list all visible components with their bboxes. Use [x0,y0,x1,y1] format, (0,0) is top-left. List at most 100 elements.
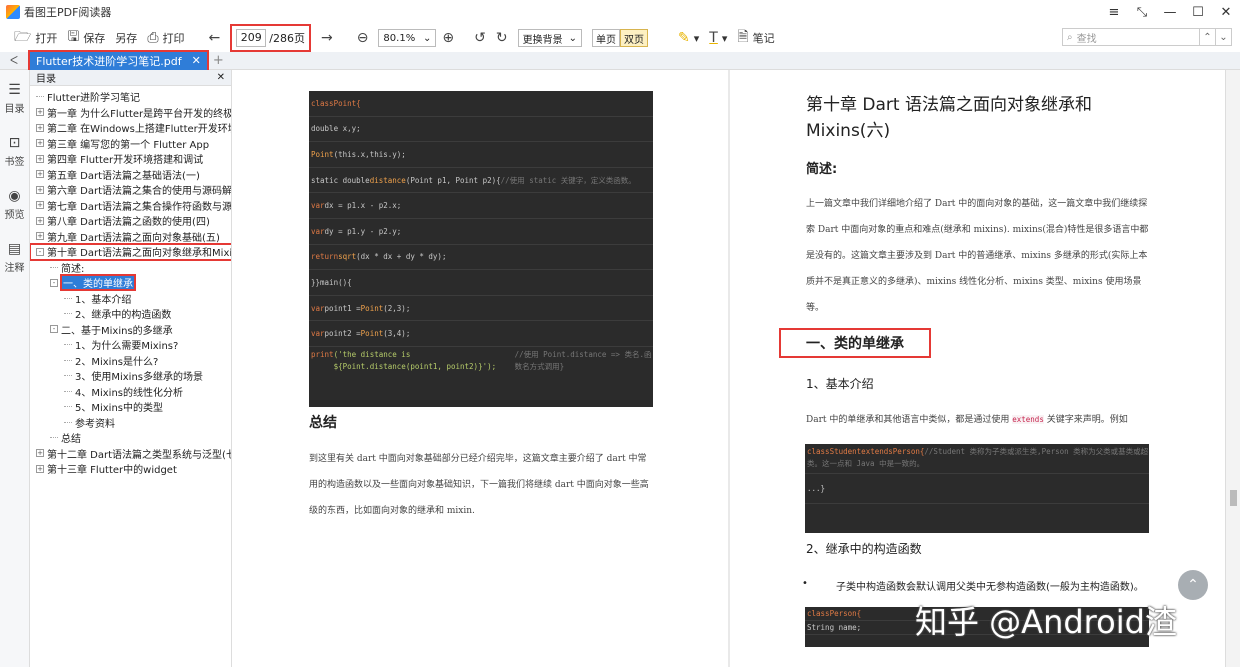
next-page-button[interactable]: → [321,30,333,46]
vertical-scrollbar[interactable] [1225,70,1240,667]
toc-item[interactable]: +第六章 Dart语法篇之集合的使用与源码解析(二) [30,182,231,198]
expand-icon[interactable]: - [36,247,44,256]
highlighter-icon: ✎ [678,30,690,46]
zoom-select[interactable]: 80.1% ⌄ [378,29,437,47]
expand-icon[interactable]: + [36,185,44,194]
toc-item[interactable]: + 第十二章 Dart语法篇之类型系统与泛型(七) [30,446,231,462]
toc-item[interactable]: 总结 [30,430,231,446]
toc-item[interactable]: 1、为什么需要Mixins? [30,337,231,353]
tab-document[interactable]: Flutter技术进阶学习笔记.pdf ✕ [28,49,209,72]
toc-item[interactable]: 参考资料 [30,415,231,431]
expand-icon[interactable]: + [36,216,44,225]
toc-item[interactable]: 5、Mixins中的类型 [30,399,231,415]
collapse-sidebar-icon[interactable]: ᐸ [10,54,18,67]
search-prev-button[interactable]: ⌃ [1199,29,1215,45]
toc-item[interactable]: - 二、基于Mixins的多继承 [30,322,231,338]
tree-line [50,266,58,268]
saveas-button[interactable]: 另存 [115,30,137,46]
toc-item[interactable]: + 第九章 Dart语法篇之面向对象基础(五) [30,229,231,245]
toc-item[interactable]: 3、使用Mixins多继承的场景 [30,368,231,384]
print-button[interactable]: ⎙ 打印 [147,30,184,46]
expand-icon[interactable]: + [36,201,44,210]
prev-page-button[interactable]: ← [209,30,221,46]
arrow-right-icon: → [320,30,333,46]
open-button[interactable]: 🗁 打开 [14,26,57,50]
toc-item-label: 第一章 为什么Flutter是跨平台开发的终极之选 [47,108,231,120]
toc-item[interactable]: 4、Mixins的线性化分析 [30,384,231,400]
expand-icon[interactable]: - [50,278,58,287]
toc-item-label: 1、基本介绍 [75,294,132,306]
expand-icon[interactable]: + [36,139,44,148]
background-select[interactable]: 更换背景 ⌄ [517,29,583,47]
tree-line [64,297,72,299]
rail-annotations[interactable]: ▤ 注释 [0,241,29,274]
expand-icon[interactable]: + [36,170,44,179]
code-line: ...} [805,474,1149,504]
toc-item[interactable]: + 第四章 Flutter开发环境搭建和调试 [30,151,231,167]
highlight-button[interactable]: ✎ ▾ [678,30,699,46]
page-left: classPoint{ double x,y; Point (this.x,this… [233,70,728,667]
toc-item[interactable]: - 一、类的单继承 [30,274,231,292]
maximize-button[interactable]: ☐ [1184,0,1212,24]
toc-item[interactable]: -第十章 Dart语法篇之面向对象继承和Mixins(六) [30,243,231,261]
expand-icon[interactable]: + [36,464,44,473]
single-page-button[interactable]: 单页 [592,29,621,47]
rotate-left-button[interactable]: ↺ [474,30,486,46]
double-page-button[interactable]: 双页 [620,29,649,47]
code-line: var dx = p1.x - p2.x; [309,193,653,219]
toc-item[interactable]: +第一章 为什么Flutter是跨平台开发的终极之选 [30,105,231,121]
window-controls: ≡ ⤡ — ☐ ✕ [1100,0,1240,24]
toc-item-label: 参考资料 [75,418,115,430]
toc-item-label: 第三章 编写您的第一个 Flutter App [47,139,210,151]
scrollbar-thumb[interactable] [1230,490,1237,506]
rail-bookmarks[interactable]: ⊡ 书签 [0,135,29,168]
toc-item-label: 第十三章 Flutter中的widget [47,465,177,477]
search-input[interactable]: 查找 [1073,30,1199,45]
subsection-heading: 2、继承中的构造函数 [806,542,922,556]
expand-icon[interactable]: + [36,232,44,241]
expand-icon[interactable]: + [36,449,44,458]
back-to-top-icon[interactable]: ⌃ [1178,570,1208,600]
rail-toc[interactable]: ☰ 目录 [0,82,29,115]
new-tab-button[interactable]: + [213,53,224,68]
paragraph: 到这里有关 dart 中面向对象基础部分已经介绍完毕，这篇文章主要介绍了 dar… [309,454,649,516]
page-navigator: 209 /286页 [230,24,311,52]
tree-line [64,313,72,315]
toc-item[interactable]: + 第十三章 Flutter中的widget [30,461,231,477]
zoom-in-button[interactable]: ⊕ [442,30,454,46]
expand-icon[interactable]: + [36,108,44,117]
toc-item[interactable]: 2、Mixins是什么? [30,353,231,369]
toc-item[interactable]: + 第八章 Dart语法篇之函数的使用(四) [30,213,231,229]
zoom-out-button[interactable]: ⊖ [357,30,369,46]
tree-line [50,437,58,439]
toc-item[interactable]: +第七章 Dart语法篇之集合操作符函数与源码分析(三) [30,198,231,214]
code-block: classPoint{ double x,y; Point (this.x,this… [309,91,653,407]
chevron-down-icon: ⌄ [568,32,578,44]
notes-button[interactable]: 🗎 笔记 [737,26,774,50]
toc-item[interactable]: + 第二章 在Windows上搭建Flutter开发环境 [30,120,231,136]
search-next-button[interactable]: ⌄ [1215,29,1231,45]
text-color-button[interactable]: T ▾ [709,30,727,46]
rail-preview[interactable]: ◉ 预览 [0,188,29,221]
expand-icon[interactable]: + [36,123,44,132]
toc-item[interactable]: + 第三章 编写您的第一个 Flutter App [30,136,231,152]
close-tab-icon[interactable]: ✕ [192,54,201,67]
page-number-input[interactable]: 209 [236,29,267,47]
fullscreen-icon[interactable]: ⤡ [1128,0,1156,24]
minimize-button[interactable]: — [1156,0,1184,24]
save-button[interactable]: 🖫 保存 [67,26,105,50]
toc-item[interactable]: 1、基本介绍 [30,291,231,307]
toc-item[interactable]: + 第五章 Dart语法篇之基础语法(一) [30,167,231,183]
close-button[interactable]: ✕ [1212,0,1240,24]
toolbar: 🗁 打开 🖫 保存 另存 ⎙ 打印 ← 209 /286页 → ⊖ 80.1% ⌄ ⊕ … [0,24,1240,52]
toc-item[interactable]: Flutter进阶学习笔记 [30,89,231,105]
toc-item[interactable]: 2、继承中的构造函数 [30,306,231,322]
expand-icon[interactable]: - [50,325,58,334]
toc-item[interactable]: 简述: [30,260,231,276]
rotate-right-button[interactable]: ↻ [496,30,508,46]
menu-icon[interactable]: ≡ [1100,0,1128,24]
close-panel-icon[interactable]: ✕ [217,72,225,83]
expand-icon[interactable]: + [36,154,44,163]
intro-heading: 简述: [806,162,838,177]
toc-panel: 目录 ✕ Flutter进阶学习笔记 + 第一章 为什么Flutter是跨平台开发的终… [30,70,232,667]
